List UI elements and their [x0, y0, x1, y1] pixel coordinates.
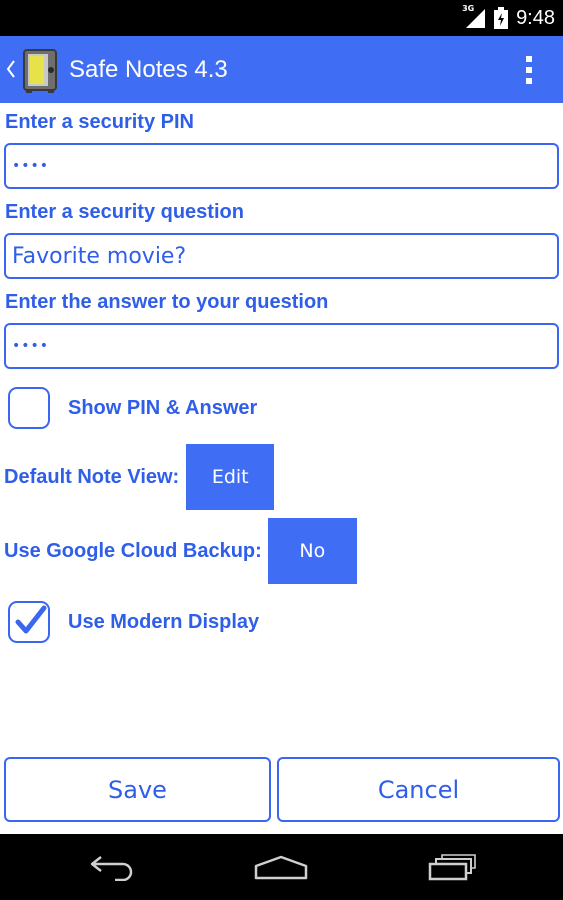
nav-recent-apps-button[interactable] — [407, 834, 497, 900]
network-type: 3G — [462, 4, 475, 13]
status-time: 9:48 — [516, 6, 555, 29]
overflow-menu-icon[interactable] — [523, 54, 535, 86]
status-icons: 3G 9:48 — [462, 0, 555, 36]
cloud-backup-label: Use Google Cloud Backup: — [4, 539, 262, 562]
show-pin-label: Show PIN & Answer — [68, 396, 258, 419]
battery-icon — [494, 7, 509, 29]
save-button[interactable]: Save — [4, 757, 271, 822]
app-title: Safe Notes 4.3 — [69, 56, 228, 83]
cancel-button[interactable]: Cancel — [277, 757, 560, 822]
pin-input[interactable]: •••• — [4, 143, 559, 189]
cloud-backup-button[interactable]: No — [267, 518, 357, 584]
status-bar: 3G 9:48 — [0, 0, 563, 36]
back-icon — [90, 856, 133, 881]
safe-app-icon — [23, 49, 57, 93]
answer-label: Enter the answer to your question — [5, 291, 329, 313]
default-view-button[interactable]: Edit — [186, 444, 275, 510]
question-input[interactable]: Favorite movie? — [4, 233, 559, 279]
modern-display-checkbox-row[interactable]: Use Modern Display — [8, 599, 259, 645]
modern-display-checkbox[interactable] — [8, 601, 50, 643]
signal-icon: 3G — [462, 4, 488, 29]
recent-apps-icon — [428, 854, 476, 881]
cloud-backup-row: Use Google Cloud Backup: No — [4, 518, 357, 584]
default-view-row: Default Note View: Edit — [4, 444, 275, 510]
nav-back-button[interactable] — [68, 834, 158, 900]
home-icon — [254, 855, 308, 880]
default-view-label: Default Note View: — [4, 465, 180, 488]
action-bar: Safe Notes 4.3 — [0, 36, 563, 103]
nav-home-button[interactable] — [236, 834, 326, 900]
modern-display-label: Use Modern Display — [68, 610, 260, 633]
nav-bar — [0, 834, 563, 900]
screen: 3G 9:48 Safe Notes 4.3 Enter a security … — [0, 0, 563, 900]
up-button[interactable] — [0, 36, 62, 103]
pin-label: Enter a security PIN — [5, 111, 194, 133]
show-pin-checkbox[interactable] — [8, 387, 50, 429]
checkmark-icon — [15, 605, 47, 634]
question-label: Enter a security question — [5, 201, 244, 223]
back-caret-icon — [6, 60, 15, 78]
answer-input[interactable]: •••• — [4, 323, 559, 369]
show-pin-checkbox-row[interactable]: Show PIN & Answer — [8, 385, 257, 431]
